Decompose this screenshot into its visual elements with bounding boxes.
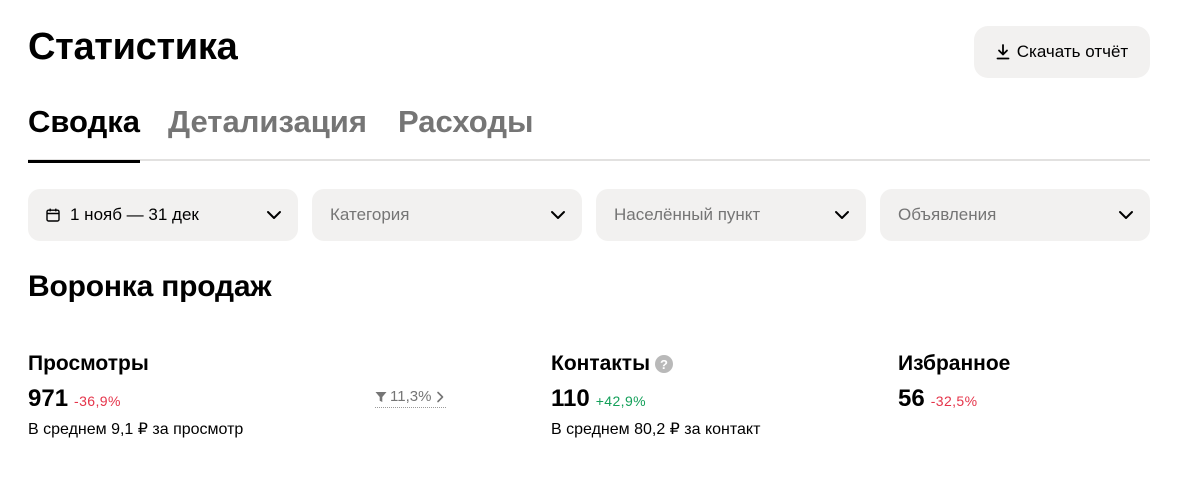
tab-expenses[interactable]: Расходы: [398, 104, 534, 161]
download-report-button[interactable]: Скачать отчёт: [974, 26, 1150, 78]
download-icon: [996, 44, 1010, 60]
conversion-value: 11,3%: [390, 388, 432, 405]
funnel-title: Воронка продаж: [28, 270, 272, 303]
contacts-label: Контакты: [551, 352, 651, 375]
tab-bar: Сводка Детализация Расходы: [28, 104, 1150, 163]
chevron-right-icon: [437, 391, 444, 402]
favorites-delta: -32,5%: [930, 393, 978, 409]
contacts-average: В среднем 80,2 ₽ за контакт: [551, 421, 761, 438]
download-report-label: Скачать отчёт: [1016, 42, 1129, 61]
page-title: Статистика: [28, 26, 238, 68]
category-select[interactable]: Категория: [312, 189, 582, 241]
tab-details[interactable]: Детализация: [168, 104, 367, 161]
views-label: Просмотры: [28, 352, 149, 375]
contacts-value: 110: [551, 385, 590, 412]
tab-summary[interactable]: Сводка: [28, 104, 140, 163]
favorites-label: Избранное: [898, 352, 1011, 375]
contacts-delta: +42,9%: [595, 393, 646, 409]
chevron-down-icon: [267, 211, 281, 219]
chevron-down-icon: [1119, 211, 1133, 219]
chevron-down-icon: [551, 211, 565, 219]
conversion-link[interactable]: 11,3%: [375, 388, 447, 408]
funnel-icon: [375, 391, 387, 402]
contacts-metric: Контакты ? 110 +42,9% В среднем 80,2 ₽ з…: [551, 351, 760, 439]
category-placeholder: Категория: [330, 205, 410, 224]
views-delta: -36,9%: [74, 393, 121, 409]
views-average: В среднем 9,1 ₽ за просмотр: [28, 421, 244, 438]
views-value: 971: [28, 385, 69, 412]
filter-bar: 1 нояб — 31 дек Категория Населённый пун…: [28, 189, 1150, 241]
favorites-value: 56: [898, 385, 925, 412]
location-placeholder: Населённый пункт: [614, 205, 761, 224]
calendar-icon: [46, 208, 60, 222]
chevron-down-icon: [835, 211, 849, 219]
period-value: 1 нояб — 31 дек: [70, 205, 199, 224]
listings-placeholder: Объявления: [898, 205, 997, 224]
favorites-metric: Избранное 56 -32,5%: [898, 351, 1010, 413]
question-icon[interactable]: ?: [655, 355, 674, 373]
location-select[interactable]: Населённый пункт: [596, 189, 866, 241]
views-metric: Просмотры 971 -36,9% В среднем 9,1 ₽ за …: [28, 351, 243, 439]
period-select[interactable]: 1 нояб — 31 дек: [28, 189, 298, 241]
listings-select[interactable]: Объявления: [880, 189, 1150, 241]
